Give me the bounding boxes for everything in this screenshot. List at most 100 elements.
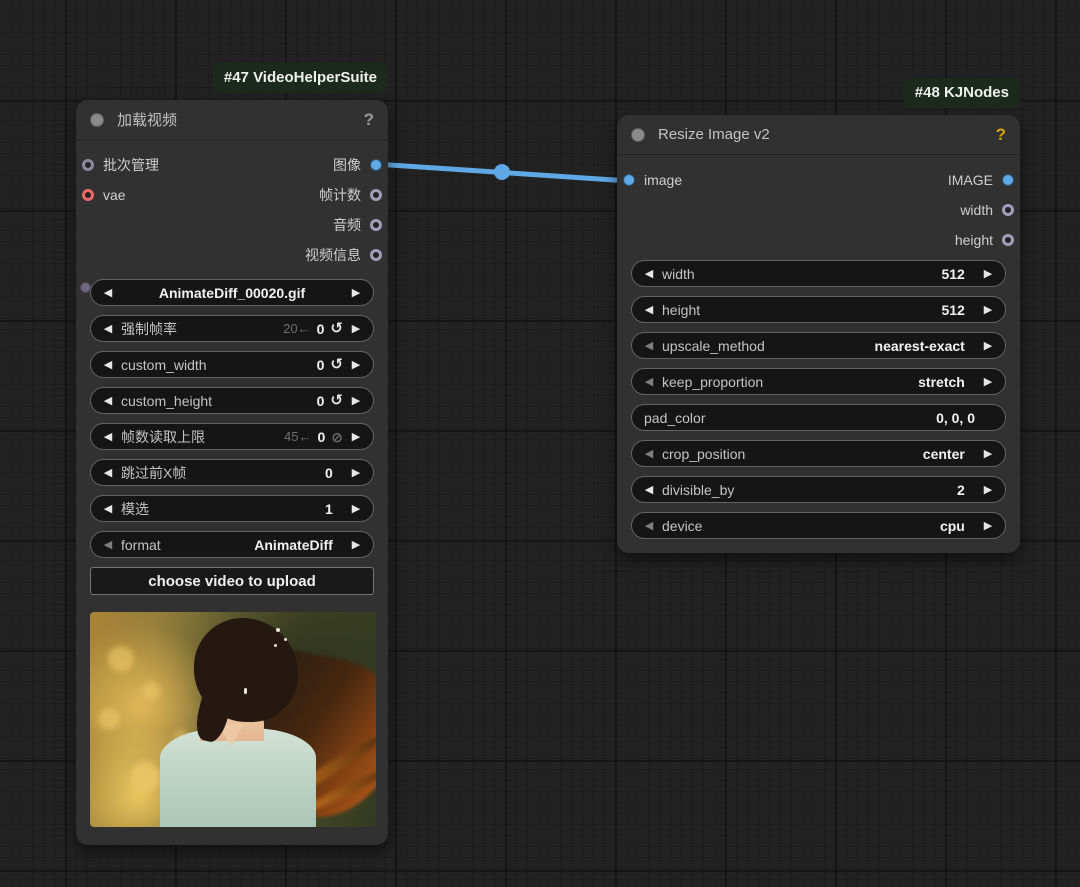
widget-custom-height[interactable]: ◀ custom_height 0 ↺ ▶ [90, 387, 374, 414]
prev-value-arrow-icon[interactable]: ◀ [642, 447, 656, 460]
increment-arrow-icon[interactable]: ▶ [349, 394, 363, 407]
decrement-arrow-icon[interactable]: ◀ [101, 322, 115, 335]
widget-device[interactable]: ◀ device cpu . ▶ [631, 512, 1006, 539]
widget-divisible-by[interactable]: ◀ divisible_by 2 . ▶ [631, 476, 1006, 503]
refresh-icon[interactable]: ↺ [330, 357, 343, 372]
node-load-video[interactable]: #47 VideoHelperSuite 加载视频 ? 批次管理 图像 vae … [76, 63, 388, 845]
collapse-dot-icon[interactable] [631, 127, 645, 142]
node-header[interactable]: 加载视频 ? [76, 100, 388, 140]
output-slot-audio[interactable]: 音频 [333, 215, 382, 235]
preview-hair-accessory [276, 628, 280, 632]
widget-format[interactable]: ◀ format AnimateDiff . ▶ [90, 531, 374, 558]
help-icon[interactable]: ? [996, 125, 1006, 145]
slot-dot[interactable] [370, 219, 382, 231]
increment-arrow-icon[interactable]: ▶ [349, 322, 363, 335]
widget-width[interactable]: ◀ width 512 . ▶ [631, 260, 1006, 287]
slot-dot[interactable] [82, 189, 94, 201]
widget-video-file-combo[interactable]: ◀ AnimateDiff_00020.gif ▶ [90, 279, 374, 306]
increment-arrow-icon[interactable]: ▶ [349, 358, 363, 371]
slot-dot[interactable] [1002, 204, 1014, 216]
slot-label: height [954, 232, 993, 248]
input-slot-vae[interactable]: vae [82, 187, 126, 203]
slot-dot[interactable] [370, 249, 382, 261]
node-graph-canvas[interactable]: #47 VideoHelperSuite 加载视频 ? 批次管理 图像 vae … [0, 0, 1080, 887]
decrement-arrow-icon[interactable]: ◀ [642, 267, 656, 280]
slot-dot[interactable] [1002, 234, 1014, 246]
input-slot-batch-manager[interactable]: 批次管理 [82, 155, 159, 175]
widget-upscale-method[interactable]: ◀ upscale_method nearest-exact . ▶ [631, 332, 1006, 359]
slot-label: 视频信息 [305, 247, 361, 263]
widget-keep-proportion[interactable]: ◀ keep_proportion stretch . ▶ [631, 368, 1006, 395]
widget-label: 跳过前X帧 [121, 464, 187, 481]
prev-value-arrow-icon[interactable]: ◀ [101, 286, 115, 299]
slot-dot[interactable] [370, 189, 382, 201]
decrement-arrow-icon[interactable]: ◀ [101, 394, 115, 407]
decrement-arrow-icon[interactable]: ◀ [101, 466, 115, 479]
widget-height[interactable]: ◀ height 512 . ▶ [631, 296, 1006, 323]
increment-arrow-icon[interactable]: ▶ [349, 466, 363, 479]
output-slot-height[interactable]: height [955, 232, 1014, 248]
choose-video-upload-button[interactable]: choose video to upload [90, 567, 374, 595]
decrement-arrow-icon[interactable]: ◀ [642, 483, 656, 496]
next-value-arrow-icon[interactable]: ▶ [981, 339, 995, 352]
prev-value-arrow-icon[interactable]: ◀ [642, 339, 656, 352]
output-slot-frame-count[interactable]: 帧计数 [319, 185, 382, 205]
help-icon[interactable]: ? [364, 110, 374, 130]
node-id-badge: #47 VideoHelperSuite [212, 63, 388, 93]
widget-value: 512 [941, 301, 965, 318]
widget-value: 512 [941, 265, 965, 282]
slot-label: 音频 [333, 217, 361, 233]
increment-arrow-icon[interactable]: ▶ [349, 430, 363, 443]
widget-label: crop_position [662, 445, 746, 462]
decrement-arrow-icon[interactable]: ◀ [101, 358, 115, 371]
widget-value: 0 [316, 320, 325, 337]
widget-label: 强制帧率 [121, 320, 177, 337]
output-slot-width[interactable]: width [960, 202, 1014, 218]
next-value-arrow-icon[interactable]: ▶ [981, 519, 995, 532]
decrement-arrow-icon[interactable]: ◀ [642, 303, 656, 316]
prev-value-arrow-icon[interactable]: ◀ [101, 538, 115, 551]
widget-value: AnimateDiff [254, 536, 333, 553]
widget-crop-position[interactable]: ◀ crop_position center . ▶ [631, 440, 1006, 467]
widget-input-socket[interactable] [80, 282, 91, 293]
widget-frame-load-cap[interactable]: ◀ 帧数读取上限 45← 0 ⊘ ▶ [90, 423, 374, 450]
output-slot-image[interactable]: 图像 [333, 155, 382, 175]
preview-dress [160, 728, 316, 827]
refresh-icon[interactable]: ↺ [330, 321, 343, 336]
widget-label: width [662, 265, 695, 282]
output-slot-image[interactable]: IMAGE [948, 172, 1014, 188]
slot-row: 音频 [76, 210, 388, 240]
node-header[interactable]: Resize Image v2 ? [617, 115, 1020, 155]
preview-bokeh-dot [142, 682, 160, 700]
slot-dot[interactable] [370, 159, 382, 171]
decrement-arrow-icon[interactable]: ◀ [101, 430, 115, 443]
prev-value-arrow-icon[interactable]: ◀ [642, 375, 656, 388]
widget-value: 0 [316, 392, 325, 409]
widget-select-every-nth[interactable]: ◀ 模选 1 . ▶ [90, 495, 374, 522]
decrement-arrow-icon[interactable]: ◀ [101, 502, 115, 515]
increment-arrow-icon[interactable]: ▶ [981, 267, 995, 280]
widget-force-rate[interactable]: ◀ 强制帧率 20← 0 ↺ ▶ [90, 315, 374, 342]
widget-value: 0 [317, 428, 326, 445]
input-slot-image[interactable]: image [623, 172, 682, 188]
slot-area: 批次管理 图像 vae 帧计数 音频 视频信息 [76, 140, 388, 270]
slot-dot[interactable] [82, 159, 94, 171]
output-slot-video-info[interactable]: 视频信息 [305, 245, 382, 265]
increment-arrow-icon[interactable]: ▶ [349, 502, 363, 515]
next-value-arrow-icon[interactable]: ▶ [349, 286, 363, 299]
widget-skip-first-frames[interactable]: ◀ 跳过前X帧 0 . ▶ [90, 459, 374, 486]
next-value-arrow-icon[interactable]: ▶ [349, 538, 363, 551]
prev-value-arrow-icon[interactable]: ◀ [642, 519, 656, 532]
increment-arrow-icon[interactable]: ▶ [981, 303, 995, 316]
increment-arrow-icon[interactable]: ▶ [981, 483, 995, 496]
next-value-arrow-icon[interactable]: ▶ [981, 375, 995, 388]
collapse-dot-icon[interactable] [90, 112, 104, 127]
node-resize-image-v2[interactable]: #48 KJNodes Resize Image v2 ? image IMAG… [617, 78, 1020, 553]
slot-dot[interactable] [623, 174, 635, 186]
slot-label: 帧计数 [319, 187, 361, 203]
next-value-arrow-icon[interactable]: ▶ [981, 447, 995, 460]
refresh-icon[interactable]: ↺ [330, 393, 343, 408]
slot-dot[interactable] [1002, 174, 1014, 186]
widget-pad-color[interactable]: ◀ pad_color 0, 0, 0 ▶ [631, 404, 1006, 431]
widget-custom-width[interactable]: ◀ custom_width 0 ↺ ▶ [90, 351, 374, 378]
